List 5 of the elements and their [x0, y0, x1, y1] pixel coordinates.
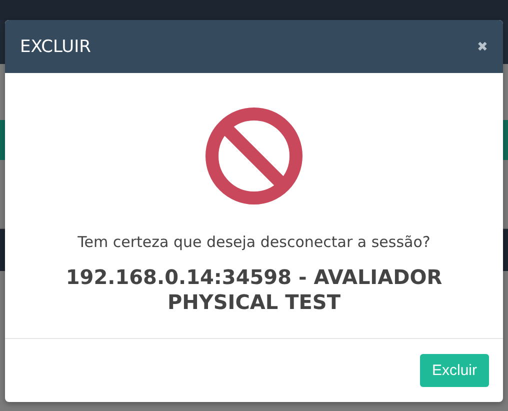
prohibited-icon [205, 107, 303, 205]
close-button[interactable]: ✖ [477, 39, 488, 54]
session-name: 192.168.0.14:34598 - AVALIADOR PHYSICAL TEST [64, 265, 444, 315]
confirmation-message: Tem certeza que deseja desconectar a sessão? [78, 233, 430, 251]
dialog-title: EXCLUIR [20, 36, 91, 56]
